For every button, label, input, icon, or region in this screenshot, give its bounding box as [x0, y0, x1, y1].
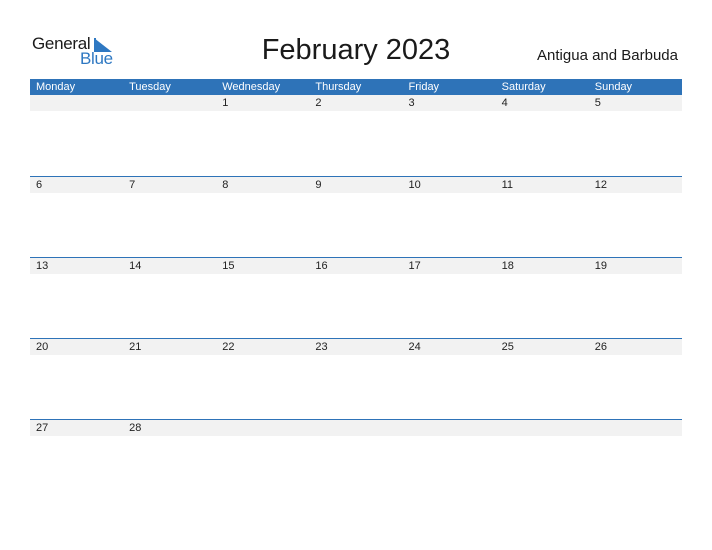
day-cell: 9	[315, 179, 322, 191]
day-cell: 4	[501, 97, 508, 109]
day-cell: 23	[315, 341, 328, 353]
day-cell	[403, 420, 496, 436]
date-strip: 1 2 3 4 5	[30, 95, 682, 111]
weekday-sunday: Sunday	[594, 81, 633, 93]
day-cell: 7	[129, 179, 136, 191]
day-cell: 1	[222, 97, 229, 109]
day-cell	[216, 420, 309, 436]
week-row: 1 2 3 4 5	[30, 95, 682, 111]
week-row: 20 21 22 23 24 25 26	[30, 338, 682, 355]
weekday-header: Monday Tuesday Wednesday Thursday Friday…	[30, 79, 682, 95]
day-cell: 2	[315, 97, 322, 109]
day-cell	[309, 420, 402, 436]
week-row: 27 28	[30, 419, 682, 436]
day-cell: 14	[129, 260, 142, 272]
day-cell: 18	[501, 260, 514, 272]
day-cell: 15	[222, 260, 235, 272]
weekday-wednesday: Wednesday	[222, 81, 281, 93]
day-cell: 26	[594, 341, 607, 353]
day-cell	[123, 95, 216, 111]
country-name: Antigua and Barbuda	[537, 47, 678, 64]
day-cell: 28	[129, 422, 142, 434]
day-cell: 11	[501, 179, 514, 191]
day-cell: 20	[36, 341, 49, 353]
weekday-tuesday: Tuesday	[129, 81, 171, 93]
weekday-saturday: Saturday	[501, 81, 546, 93]
day-cell	[589, 420, 682, 436]
week-row: 13 14 15 16 17 18 19	[30, 257, 682, 274]
day-cell: 3	[408, 97, 415, 109]
date-strip: 27 28	[30, 420, 682, 436]
weekday-friday: Friday	[408, 81, 440, 93]
day-cell	[30, 95, 123, 111]
date-strip: 20 21 22 23 24 25 26	[30, 339, 682, 355]
day-cell: 13	[36, 260, 49, 272]
date-strip: 6 7 8 9 10 11 12	[30, 177, 682, 193]
day-cell: 10	[408, 179, 421, 191]
day-cell: 6	[36, 179, 43, 191]
day-cell: 21	[129, 341, 142, 353]
weekday-monday: Monday	[36, 81, 76, 93]
day-cell: 25	[501, 341, 514, 353]
day-cell: 19	[594, 260, 607, 272]
day-cell: 5	[594, 97, 601, 109]
weekday-thursday: Thursday	[315, 81, 362, 93]
day-cell: 16	[315, 260, 328, 272]
day-cell: 8	[222, 179, 229, 191]
date-strip: 13 14 15 16 17 18 19	[30, 258, 682, 274]
day-cell: 22	[222, 341, 235, 353]
day-cell: 24	[408, 341, 421, 353]
week-row: 6 7 8 9 10 11 12	[30, 176, 682, 193]
day-cell: 12	[594, 179, 607, 191]
day-cell: 17	[408, 260, 421, 272]
day-cell: 27	[36, 422, 49, 434]
day-cell	[496, 420, 589, 436]
